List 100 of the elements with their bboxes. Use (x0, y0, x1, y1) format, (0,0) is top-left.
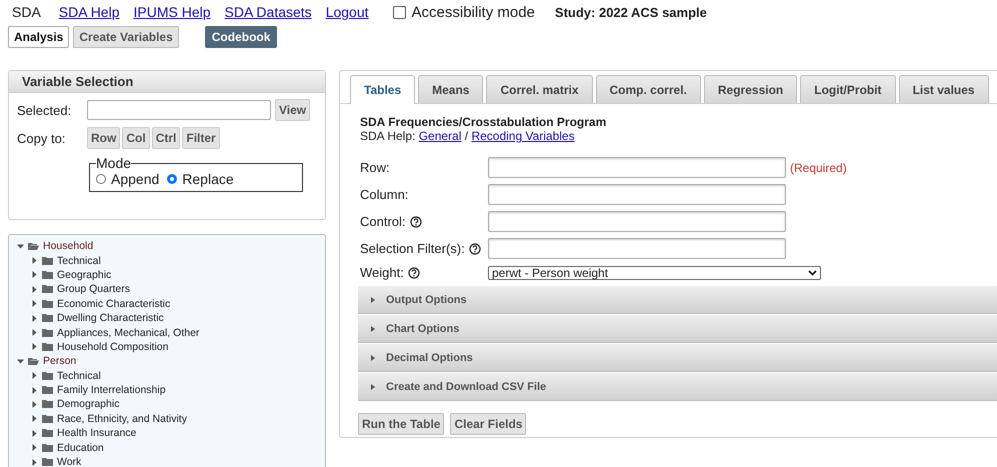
field-label: Row: (360, 160, 390, 175)
tree-item[interactable]: Work (57, 456, 82, 467)
nav-link[interactable]: IPUMS Help (134, 4, 211, 20)
view-button[interactable]: View (275, 99, 310, 121)
tree-item[interactable]: Geographic (57, 268, 112, 281)
folder-icon (42, 429, 53, 438)
field-label: Selection Filter(s): (360, 241, 465, 256)
help-icon[interactable] (468, 242, 481, 254)
expand-arrow-icon[interactable] (31, 271, 38, 278)
site-name: SDA (12, 4, 41, 20)
action-button[interactable]: Run the Table (358, 413, 444, 435)
collapse-arrow-icon[interactable] (17, 242, 24, 250)
tree-item[interactable]: Health Insurance (57, 427, 136, 440)
input-field[interactable] (488, 157, 786, 178)
expand-arrow-icon[interactable] (31, 286, 38, 293)
input-field[interactable] (488, 184, 786, 205)
required-note: (Required) (790, 160, 847, 174)
expand-arrow-icon[interactable] (31, 300, 38, 308)
expand-arrow-icon[interactable] (31, 444, 38, 452)
help-link[interactable]: General (418, 129, 462, 143)
tree-item[interactable]: Appliances, Mechanical, Other (57, 326, 200, 339)
codebook-button[interactable]: Codebook (204, 26, 278, 48)
folder-icon (42, 256, 53, 265)
help-icon[interactable] (410, 216, 422, 228)
program-tab[interactable]: Correl. matrix (486, 75, 593, 103)
radio-button[interactable] (96, 174, 106, 184)
tree-item[interactable]: Household Composition (57, 340, 168, 353)
copy-button[interactable]: Row (87, 127, 120, 149)
help-link[interactable]: Recoding Variables (471, 129, 575, 143)
field-label: Selected: (17, 102, 72, 118)
field-label: Column: (360, 187, 408, 202)
study-title: Study: 2022 ACS sample (554, 4, 707, 20)
nav-link[interactable]: Logout (326, 4, 369, 20)
options-section[interactable]: Decimal Options (358, 344, 997, 372)
program-tab[interactable]: Means (418, 75, 484, 103)
radio-label: Append (111, 171, 160, 187)
expand-arrow-icon[interactable] (31, 400, 38, 408)
chevron-down-icon (808, 270, 817, 276)
program-title: SDA Frequencies/Crosstabulation Program (360, 115, 608, 129)
expand-arrow-icon[interactable] (31, 372, 38, 380)
selected-field[interactable] (87, 100, 271, 120)
tree-item[interactable]: Race, Ethnicity, and Nativity (57, 412, 187, 425)
checkbox[interactable] (392, 6, 406, 18)
folder-icon (42, 328, 53, 337)
tree-item[interactable]: Demographic (57, 398, 120, 410)
tree-item[interactable]: Technical (57, 370, 101, 382)
tree-item[interactable]: Group Quarters (57, 283, 130, 296)
tree-item[interactable]: Family Interrelationship (57, 384, 166, 396)
expand-arrow-icon[interactable] (31, 430, 38, 437)
options-section[interactable]: Output Options (358, 286, 997, 314)
action-button[interactable]: Clear Fields (450, 413, 526, 435)
expand-arrow-icon[interactable] (31, 386, 38, 394)
input-field[interactable] (488, 238, 786, 259)
tree-item[interactable]: Dwelling Characteristic (57, 312, 164, 324)
mode-tab[interactable]: Create Variables (73, 26, 179, 48)
program-tab[interactable]: Comp. correl. (596, 75, 701, 103)
expand-arrow-icon[interactable] (31, 314, 38, 322)
folder-icon (42, 342, 53, 351)
copy-button[interactable]: Col (122, 127, 150, 149)
nav-link[interactable]: SDA Help (58, 4, 120, 20)
expand-arrow-icon[interactable] (31, 415, 38, 422)
folder-icon (42, 386, 53, 394)
nav-link[interactable]: SDA Datasets (224, 4, 312, 20)
field-label: Weight: (360, 265, 404, 280)
expand-arrow-icon[interactable] (31, 329, 38, 336)
field-label: Control: (360, 214, 406, 229)
link-separator: / (464, 129, 468, 143)
tree-item[interactable]: Technical (57, 254, 101, 267)
tree-item[interactable]: Economic Characteristic (57, 298, 170, 310)
folder-icon (42, 400, 53, 408)
checkbox-label: Accessibility mode (412, 4, 535, 20)
folder-icon (42, 270, 53, 279)
help-label: SDA Help: (360, 129, 416, 143)
tree-item[interactable]: Person (43, 355, 76, 368)
input-field[interactable] (488, 211, 786, 232)
radio-button[interactable] (167, 174, 178, 184)
folder-icon (42, 458, 53, 466)
folder-icon (42, 314, 53, 322)
expand-arrow-icon[interactable] (31, 458, 38, 466)
mode-tab[interactable]: Analysis (8, 26, 70, 48)
collapse-arrow-icon[interactable] (17, 358, 24, 365)
options-section[interactable]: Chart Options (358, 315, 997, 343)
program-tab[interactable]: Regression (704, 75, 798, 103)
help-icon[interactable] (408, 266, 420, 278)
field-label: Copy to: (17, 130, 66, 146)
open-folder-icon (28, 242, 39, 250)
copy-button[interactable]: Filter (182, 127, 220, 149)
folder-icon (42, 300, 53, 308)
open-folder-icon (28, 357, 39, 366)
program-tab[interactable]: Logit/Probit (800, 75, 896, 103)
expand-arrow-icon[interactable] (31, 343, 38, 350)
program-tab[interactable]: List values (898, 75, 989, 103)
expand-arrow-icon[interactable] (31, 257, 38, 264)
program-tab[interactable]: Tables (350, 75, 416, 104)
options-section[interactable]: Create and Download CSV File (358, 373, 997, 401)
folder-icon (42, 444, 53, 452)
tree-item[interactable]: Education (57, 442, 104, 454)
copy-button[interactable]: Ctrl (152, 127, 180, 149)
weight-select[interactable]: perwt - Person weight (488, 266, 821, 280)
tree-item[interactable]: Household (43, 240, 94, 252)
